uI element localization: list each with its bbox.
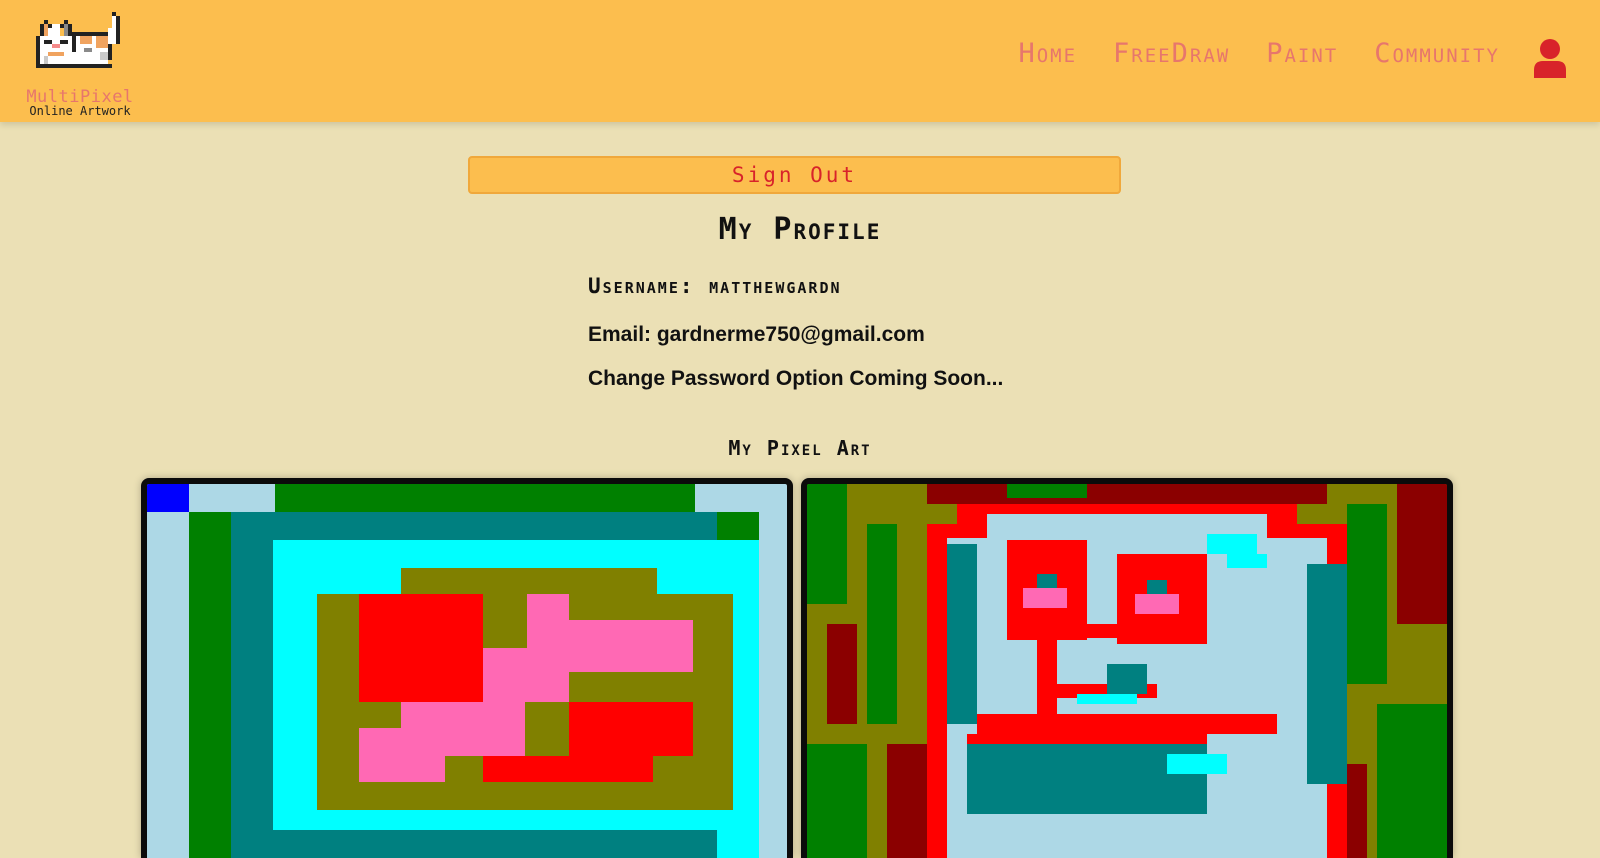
- pixel-art-heading: My Pixel Art: [728, 436, 872, 460]
- page-title: My Profile: [718, 212, 882, 247]
- header: MultiPixel Online Artwork Home FreeDraw …: [0, 0, 1600, 122]
- pixel-art-image: [147, 484, 787, 858]
- sign-out-button[interactable]: Sign Out: [468, 156, 1121, 194]
- nav-community[interactable]: Community: [1374, 38, 1500, 69]
- user-icon[interactable]: [1532, 38, 1568, 78]
- pixel-art-image: [807, 484, 1447, 858]
- main-nav: Home FreeDraw Paint Community: [1018, 38, 1500, 69]
- pixel-cat-icon: [36, 12, 120, 68]
- email-text: Email: gardnerme750@gmail.com: [588, 323, 925, 346]
- logo-subtitle: Online Artwork: [29, 104, 131, 118]
- logo[interactable]: MultiPixel Online Artwork: [12, 8, 148, 118]
- pixel-art-card[interactable]: [141, 478, 793, 858]
- password-note: Change Password Option Coming Soon...: [588, 367, 1004, 390]
- username-text: Username: matthewgardn: [588, 274, 842, 298]
- nav-freedraw[interactable]: FreeDraw: [1113, 38, 1230, 69]
- nav-home[interactable]: Home: [1018, 38, 1077, 69]
- pixel-art-card[interactable]: [801, 478, 1453, 858]
- nav-paint[interactable]: Paint: [1266, 38, 1338, 69]
